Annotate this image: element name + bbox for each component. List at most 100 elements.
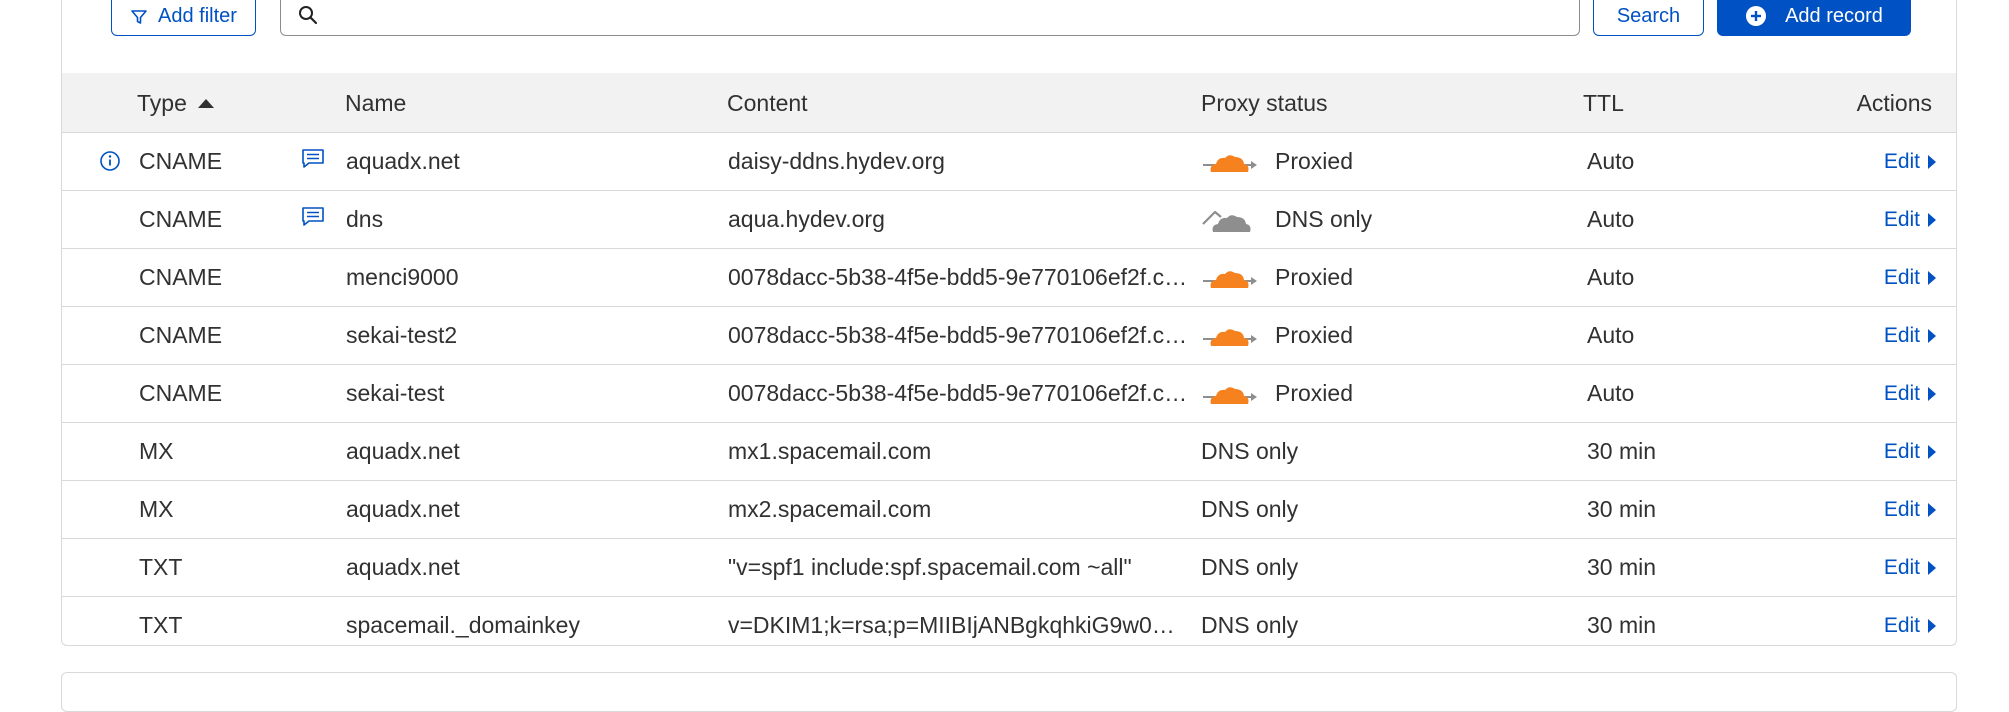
record-ttl: Auto bbox=[1587, 148, 1635, 174]
record-type: TXT bbox=[139, 554, 183, 580]
next-panel bbox=[61, 672, 1957, 712]
caret-right-icon bbox=[1928, 502, 1936, 517]
record-ttl: 30 min bbox=[1587, 554, 1657, 580]
record-type: CNAME bbox=[139, 264, 223, 290]
add-record-button[interactable]: Add record bbox=[1717, 0, 1911, 36]
proxy-status-label: Proxied bbox=[1275, 264, 1353, 290]
table-row[interactable]: CNAME dns aqua.hydev.org DNS only Auto E… bbox=[62, 191, 1956, 249]
record-content-text: aqua.hydev.org bbox=[728, 206, 885, 232]
record-name: aquadx.net bbox=[346, 554, 460, 580]
record-ttl: Auto bbox=[1587, 322, 1635, 348]
record-content: mx1.spacemail.com bbox=[728, 423, 1188, 480]
comment-icon[interactable] bbox=[301, 148, 325, 176]
cloud-proxied-icon bbox=[1201, 322, 1261, 350]
edit-label: Edit bbox=[1883, 613, 1920, 637]
caret-right-icon bbox=[1928, 386, 1936, 401]
record-name: aquadx.net bbox=[346, 496, 460, 522]
proxy-status: DNS only bbox=[1201, 539, 1298, 596]
edit-button[interactable]: Edit bbox=[1884, 307, 1938, 364]
info-icon[interactable] bbox=[99, 150, 121, 178]
table-row[interactable]: TXT spacemail._domainkey v=DKIM1;k=rsa;p… bbox=[62, 597, 1956, 654]
record-content: 0078dacc-5b38-4f5e-bdd5-9e770106ef2f.cfa… bbox=[728, 249, 1188, 306]
actions-column-header: Actions bbox=[1856, 89, 1932, 116]
record-content-text: 0078dacc-5b38-4f5e-bdd5-9e770106ef2f.cfa… bbox=[728, 322, 1188, 348]
type-header-label: Type bbox=[137, 89, 187, 116]
edit-button[interactable]: Edit bbox=[1884, 597, 1938, 654]
cloud-proxied-icon bbox=[1201, 380, 1261, 408]
record-type: MX bbox=[139, 438, 174, 464]
comment-icon[interactable] bbox=[301, 206, 325, 234]
proxy-status: DNS only bbox=[1201, 191, 1372, 248]
record-content: aqua.hydev.org bbox=[728, 191, 1188, 248]
proxy-status-label: DNS only bbox=[1275, 206, 1373, 232]
edit-button[interactable]: Edit bbox=[1884, 191, 1938, 248]
record-content-text: "v=spf1 include:spf.spacemail.com ~all" bbox=[728, 554, 1132, 580]
add-record-label: Add record bbox=[1785, 4, 1883, 27]
edit-button[interactable]: Edit bbox=[1884, 539, 1938, 596]
ttl-column-header[interactable]: TTL bbox=[1583, 73, 1624, 133]
record-type: CNAME bbox=[139, 148, 223, 174]
caret-right-icon bbox=[1928, 618, 1936, 633]
table-row[interactable]: CNAME aquadx.net daisy-ddns.hydev.org Pr… bbox=[62, 133, 1956, 191]
proxy-status-label: DNS only bbox=[1201, 612, 1299, 638]
dns-records-panel: Add filter Search Add record Type Name C… bbox=[61, 0, 1957, 646]
record-content-text: mx1.spacemail.com bbox=[728, 438, 932, 464]
record-type: CNAME bbox=[139, 206, 223, 232]
record-content-text: 0078dacc-5b38-4f5e-bdd5-9e770106ef2f.cfa… bbox=[728, 380, 1188, 406]
edit-button[interactable]: Edit bbox=[1884, 481, 1938, 538]
edit-button[interactable]: Edit bbox=[1884, 133, 1938, 190]
cloud-proxied-icon bbox=[1201, 264, 1261, 292]
cloud-dns-only-icon bbox=[1201, 206, 1261, 234]
edit-button[interactable]: Edit bbox=[1884, 365, 1938, 422]
table-row[interactable]: CNAME sekai-test 0078dacc-5b38-4f5e-bdd5… bbox=[62, 365, 1956, 423]
table-row[interactable]: MX aquadx.net mx2.spacemail.com DNS only… bbox=[62, 481, 1956, 539]
record-ttl: 30 min bbox=[1587, 612, 1657, 638]
edit-label: Edit bbox=[1883, 439, 1920, 463]
record-content: daisy-ddns.hydev.org bbox=[728, 133, 1188, 190]
filter-icon bbox=[131, 9, 147, 24]
record-content-text: daisy-ddns.hydev.org bbox=[728, 148, 945, 174]
proxy-status-label: DNS only bbox=[1201, 554, 1299, 580]
caret-right-icon bbox=[1928, 328, 1936, 343]
proxy-status-label: Proxied bbox=[1275, 322, 1353, 348]
name-column-header[interactable]: Name bbox=[345, 73, 406, 133]
caret-right-icon bbox=[1928, 154, 1936, 169]
content-column-header[interactable]: Content bbox=[727, 73, 808, 133]
proxy-status: Proxied bbox=[1201, 249, 1353, 306]
proxy-status: Proxied bbox=[1201, 365, 1353, 422]
type-column-header[interactable]: Type bbox=[137, 73, 217, 133]
record-name: menci9000 bbox=[346, 264, 459, 290]
records-toolbar: Add filter Search Add record bbox=[62, 0, 1956, 38]
table-row[interactable]: MX aquadx.net mx1.spacemail.com DNS only… bbox=[62, 423, 1956, 481]
proxy-status-column-header[interactable]: Proxy status bbox=[1201, 73, 1328, 133]
edit-label: Edit bbox=[1883, 497, 1920, 521]
record-type: MX bbox=[139, 496, 174, 522]
proxy-status-label: DNS only bbox=[1201, 496, 1299, 522]
search-icon bbox=[297, 4, 319, 31]
proxy-status-label: Proxied bbox=[1275, 148, 1353, 174]
proxy-status: DNS only bbox=[1201, 481, 1298, 538]
record-name: spacemail._domainkey bbox=[346, 612, 580, 638]
table-row[interactable]: CNAME menci9000 0078dacc-5b38-4f5e-bdd5-… bbox=[62, 249, 1956, 307]
records-table-body: CNAME aquadx.net daisy-ddns.hydev.org Pr… bbox=[62, 133, 1956, 654]
edit-label: Edit bbox=[1883, 381, 1920, 405]
edit-button[interactable]: Edit bbox=[1884, 249, 1938, 306]
search-input[interactable] bbox=[280, 0, 1580, 36]
add-filter-button[interactable]: Add filter bbox=[111, 0, 256, 36]
record-ttl: Auto bbox=[1587, 264, 1635, 290]
sort-ascending-icon bbox=[197, 99, 214, 108]
table-row[interactable]: CNAME sekai-test2 0078dacc-5b38-4f5e-bdd… bbox=[62, 307, 1956, 365]
table-row[interactable]: TXT aquadx.net "v=spf1 include:spf.space… bbox=[62, 539, 1956, 597]
record-name: dns bbox=[346, 206, 384, 232]
search-button[interactable]: Search bbox=[1593, 0, 1704, 36]
proxy-status-label: DNS only bbox=[1201, 438, 1299, 464]
record-ttl: Auto bbox=[1587, 206, 1635, 232]
record-type: CNAME bbox=[139, 322, 223, 348]
edit-button[interactable]: Edit bbox=[1884, 423, 1938, 480]
record-content-text: v=DKIM1;k=rsa;p=MIIBIjANBgkqhkiG9w0BAQEF… bbox=[728, 612, 1188, 638]
record-ttl: 30 min bbox=[1587, 496, 1657, 522]
proxy-status: Proxied bbox=[1201, 133, 1353, 190]
caret-right-icon bbox=[1928, 270, 1936, 285]
record-name: aquadx.net bbox=[346, 148, 460, 174]
caret-right-icon bbox=[1928, 444, 1936, 459]
